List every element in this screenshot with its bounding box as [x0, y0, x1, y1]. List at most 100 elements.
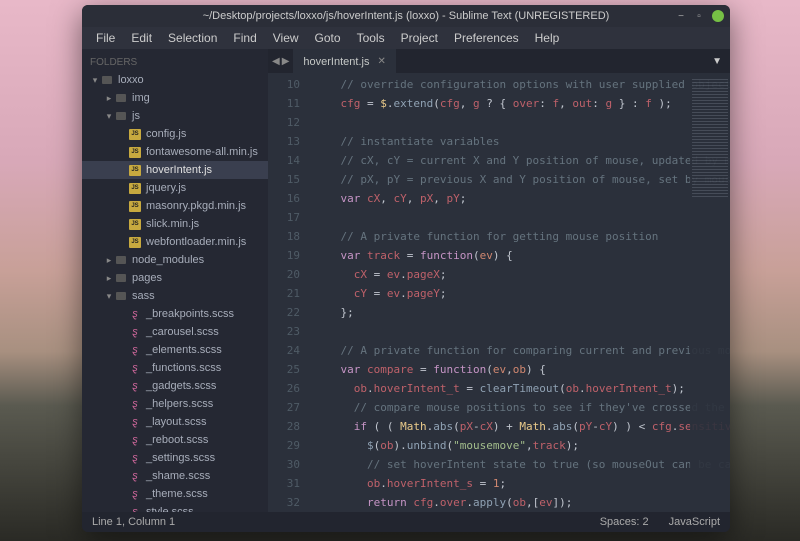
tab-prev-icon[interactable]: ◀ [272, 56, 280, 67]
chevron-down-icon[interactable]: ▾ [104, 111, 114, 122]
menu-preferences[interactable]: Preferences [446, 28, 527, 48]
code-line[interactable]: cX = ev.pageX; [314, 265, 730, 284]
indent-setting[interactable]: Spaces: 2 [600, 516, 649, 528]
menu-file[interactable]: File [88, 28, 123, 48]
tree-file-config-js[interactable]: config.js [82, 125, 268, 143]
menu-find[interactable]: Find [225, 28, 264, 48]
chevron-down-icon[interactable]: ▾ [90, 75, 100, 86]
line-number: 18 [268, 227, 300, 246]
tab-overflow-icon[interactable]: ▼ [704, 49, 730, 73]
tab-label: hoverIntent.js [303, 56, 369, 68]
code-line[interactable]: cY = ev.pageY; [314, 284, 730, 303]
code-line[interactable]: if ( ( Math.abs(pX-cX) + Math.abs(pY-cY)… [314, 417, 730, 436]
tree-folder-img[interactable]: ▸img [82, 89, 268, 107]
tree-folder-pages[interactable]: ▸pages [82, 269, 268, 287]
line-number: 23 [268, 322, 300, 341]
line-number: 16 [268, 189, 300, 208]
tree-file-_layout-scss[interactable]: _layout.scss [82, 413, 268, 431]
tree-label: _breakpoints.scss [146, 308, 234, 320]
tree-file-_settings-scss[interactable]: _settings.scss [82, 449, 268, 467]
tree-file-hoverIntent-js[interactable]: hoverIntent.js [82, 161, 268, 179]
code-line[interactable] [314, 208, 730, 227]
code-line[interactable]: // A private function for getting mouse … [314, 227, 730, 246]
js-file-icon [128, 218, 142, 230]
close-icon[interactable] [712, 10, 724, 22]
tree-folder-node_modules[interactable]: ▸node_modules [82, 251, 268, 269]
sass-file-icon [128, 362, 142, 374]
code-line[interactable]: // instantiate variables [314, 132, 730, 151]
menu-selection[interactable]: Selection [160, 28, 225, 48]
tree-folder-sass[interactable]: ▾sass [82, 287, 268, 305]
tree-file-_reboot-scss[interactable]: _reboot.scss [82, 431, 268, 449]
js-file-icon [128, 200, 142, 212]
minimap[interactable] [690, 73, 730, 512]
menu-help[interactable]: Help [527, 28, 568, 48]
js-file-icon [129, 219, 141, 230]
chevron-right-icon[interactable]: ▸ [104, 93, 114, 104]
menu-edit[interactable]: Edit [123, 28, 160, 48]
code-line[interactable] [314, 113, 730, 132]
tree-file-jquery-js[interactable]: jquery.js [82, 179, 268, 197]
line-number: 29 [268, 436, 300, 455]
chevron-down-icon[interactable]: ▾ [104, 291, 114, 302]
chevron-right-icon[interactable]: ▸ [104, 255, 114, 266]
tree-file-webfontloader-min-js[interactable]: webfontloader.min.js [82, 233, 268, 251]
line-number: 25 [268, 360, 300, 379]
code-editor[interactable]: 1011121314151617181920212223242526272829… [268, 73, 730, 512]
menu-view[interactable]: View [265, 28, 307, 48]
tab-hoverintent[interactable]: hoverIntent.js ✕ [293, 49, 395, 73]
sass-file-icon [128, 416, 142, 428]
code-line[interactable]: // A private function for comparing curr… [314, 341, 730, 360]
code-line[interactable]: // set hoverIntent state to true (so mou… [314, 455, 730, 474]
line-number: 17 [268, 208, 300, 227]
editor-pane: ◀▶ hoverIntent.js ✕ ▼ 101112131415161718… [268, 49, 730, 512]
code-line[interactable]: var track = function(ev) { [314, 246, 730, 265]
tree-file-fontawesome-all-min-js[interactable]: fontawesome-all.min.js [82, 143, 268, 161]
tree-folder-loxxo[interactable]: ▾loxxo [82, 71, 268, 89]
maximize-icon[interactable]: ▫ [694, 11, 704, 21]
tree-label: _carousel.scss [146, 326, 219, 338]
code-line[interactable]: }; [314, 303, 730, 322]
tree-file-slick-min-js[interactable]: slick.min.js [82, 215, 268, 233]
menu-tools[interactable]: Tools [349, 28, 393, 48]
tree-file-_theme-scss[interactable]: _theme.scss [82, 485, 268, 503]
code-line[interactable]: var cX, cY, pX, pY; [314, 189, 730, 208]
code-line[interactable]: ob.hoverIntent_t = clearTimeout(ob.hover… [314, 379, 730, 398]
code-line[interactable]: // override configuration options with u… [314, 75, 730, 94]
tree-file-_gadgets-scss[interactable]: _gadgets.scss [82, 377, 268, 395]
tree-file-style-scss[interactable]: style.scss [82, 503, 268, 512]
titlebar[interactable]: ~/Desktop/projects/loxxo/js/hoverIntent.… [82, 5, 730, 27]
code-line[interactable]: // pX, pY = previous X and Y position of… [314, 170, 730, 189]
code-line[interactable]: $(ob).unbind("mousemove",track); [314, 436, 730, 455]
code-line[interactable]: cfg = $.extend(cfg, g ? { over: f, out: … [314, 94, 730, 113]
code-line[interactable]: // compare mouse positions to see if the… [314, 398, 730, 417]
tab-next-icon[interactable]: ▶ [282, 56, 290, 67]
tab-close-icon[interactable]: ✕ [377, 56, 385, 67]
menu-goto[interactable]: Goto [307, 28, 349, 48]
minimize-icon[interactable]: − [676, 11, 686, 21]
menu-project[interactable]: Project [393, 28, 446, 48]
code-line[interactable]: return cfg.over.apply(ob,[ev]); [314, 493, 730, 512]
tree-file-_elements-scss[interactable]: _elements.scss [82, 341, 268, 359]
tree-label: jquery.js [146, 182, 186, 194]
code-line[interactable]: var compare = function(ev,ob) { [314, 360, 730, 379]
tree-label: _settings.scss [146, 452, 215, 464]
sidebar[interactable]: FOLDERS▾loxxo▸img▾jsconfig.jsfontawesome… [82, 49, 268, 512]
tree-file-masonry-pkgd-min-js[interactable]: masonry.pkgd.min.js [82, 197, 268, 215]
chevron-right-icon[interactable]: ▸ [104, 273, 114, 284]
tree-folder-js[interactable]: ▾js [82, 107, 268, 125]
syntax-setting[interactable]: JavaScript [669, 516, 720, 528]
sass-file-icon [128, 452, 142, 464]
code-content[interactable]: // override configuration options with u… [308, 73, 730, 512]
code-line[interactable]: ob.hoverIntent_s = 1; [314, 474, 730, 493]
tree-file-_carousel-scss[interactable]: _carousel.scss [82, 323, 268, 341]
tree-file-_functions-scss[interactable]: _functions.scss [82, 359, 268, 377]
tab-nav-arrows[interactable]: ◀▶ [268, 49, 293, 73]
code-line[interactable] [314, 322, 730, 341]
tree-file-_breakpoints-scss[interactable]: _breakpoints.scss [82, 305, 268, 323]
tree-file-_shame-scss[interactable]: _shame.scss [82, 467, 268, 485]
tree-file-_helpers-scss[interactable]: _helpers.scss [82, 395, 268, 413]
code-line[interactable]: // cX, cY = current X and Y position of … [314, 151, 730, 170]
app-window: ~/Desktop/projects/loxxo/js/hoverIntent.… [82, 5, 730, 532]
cursor-position[interactable]: Line 1, Column 1 [92, 516, 175, 528]
